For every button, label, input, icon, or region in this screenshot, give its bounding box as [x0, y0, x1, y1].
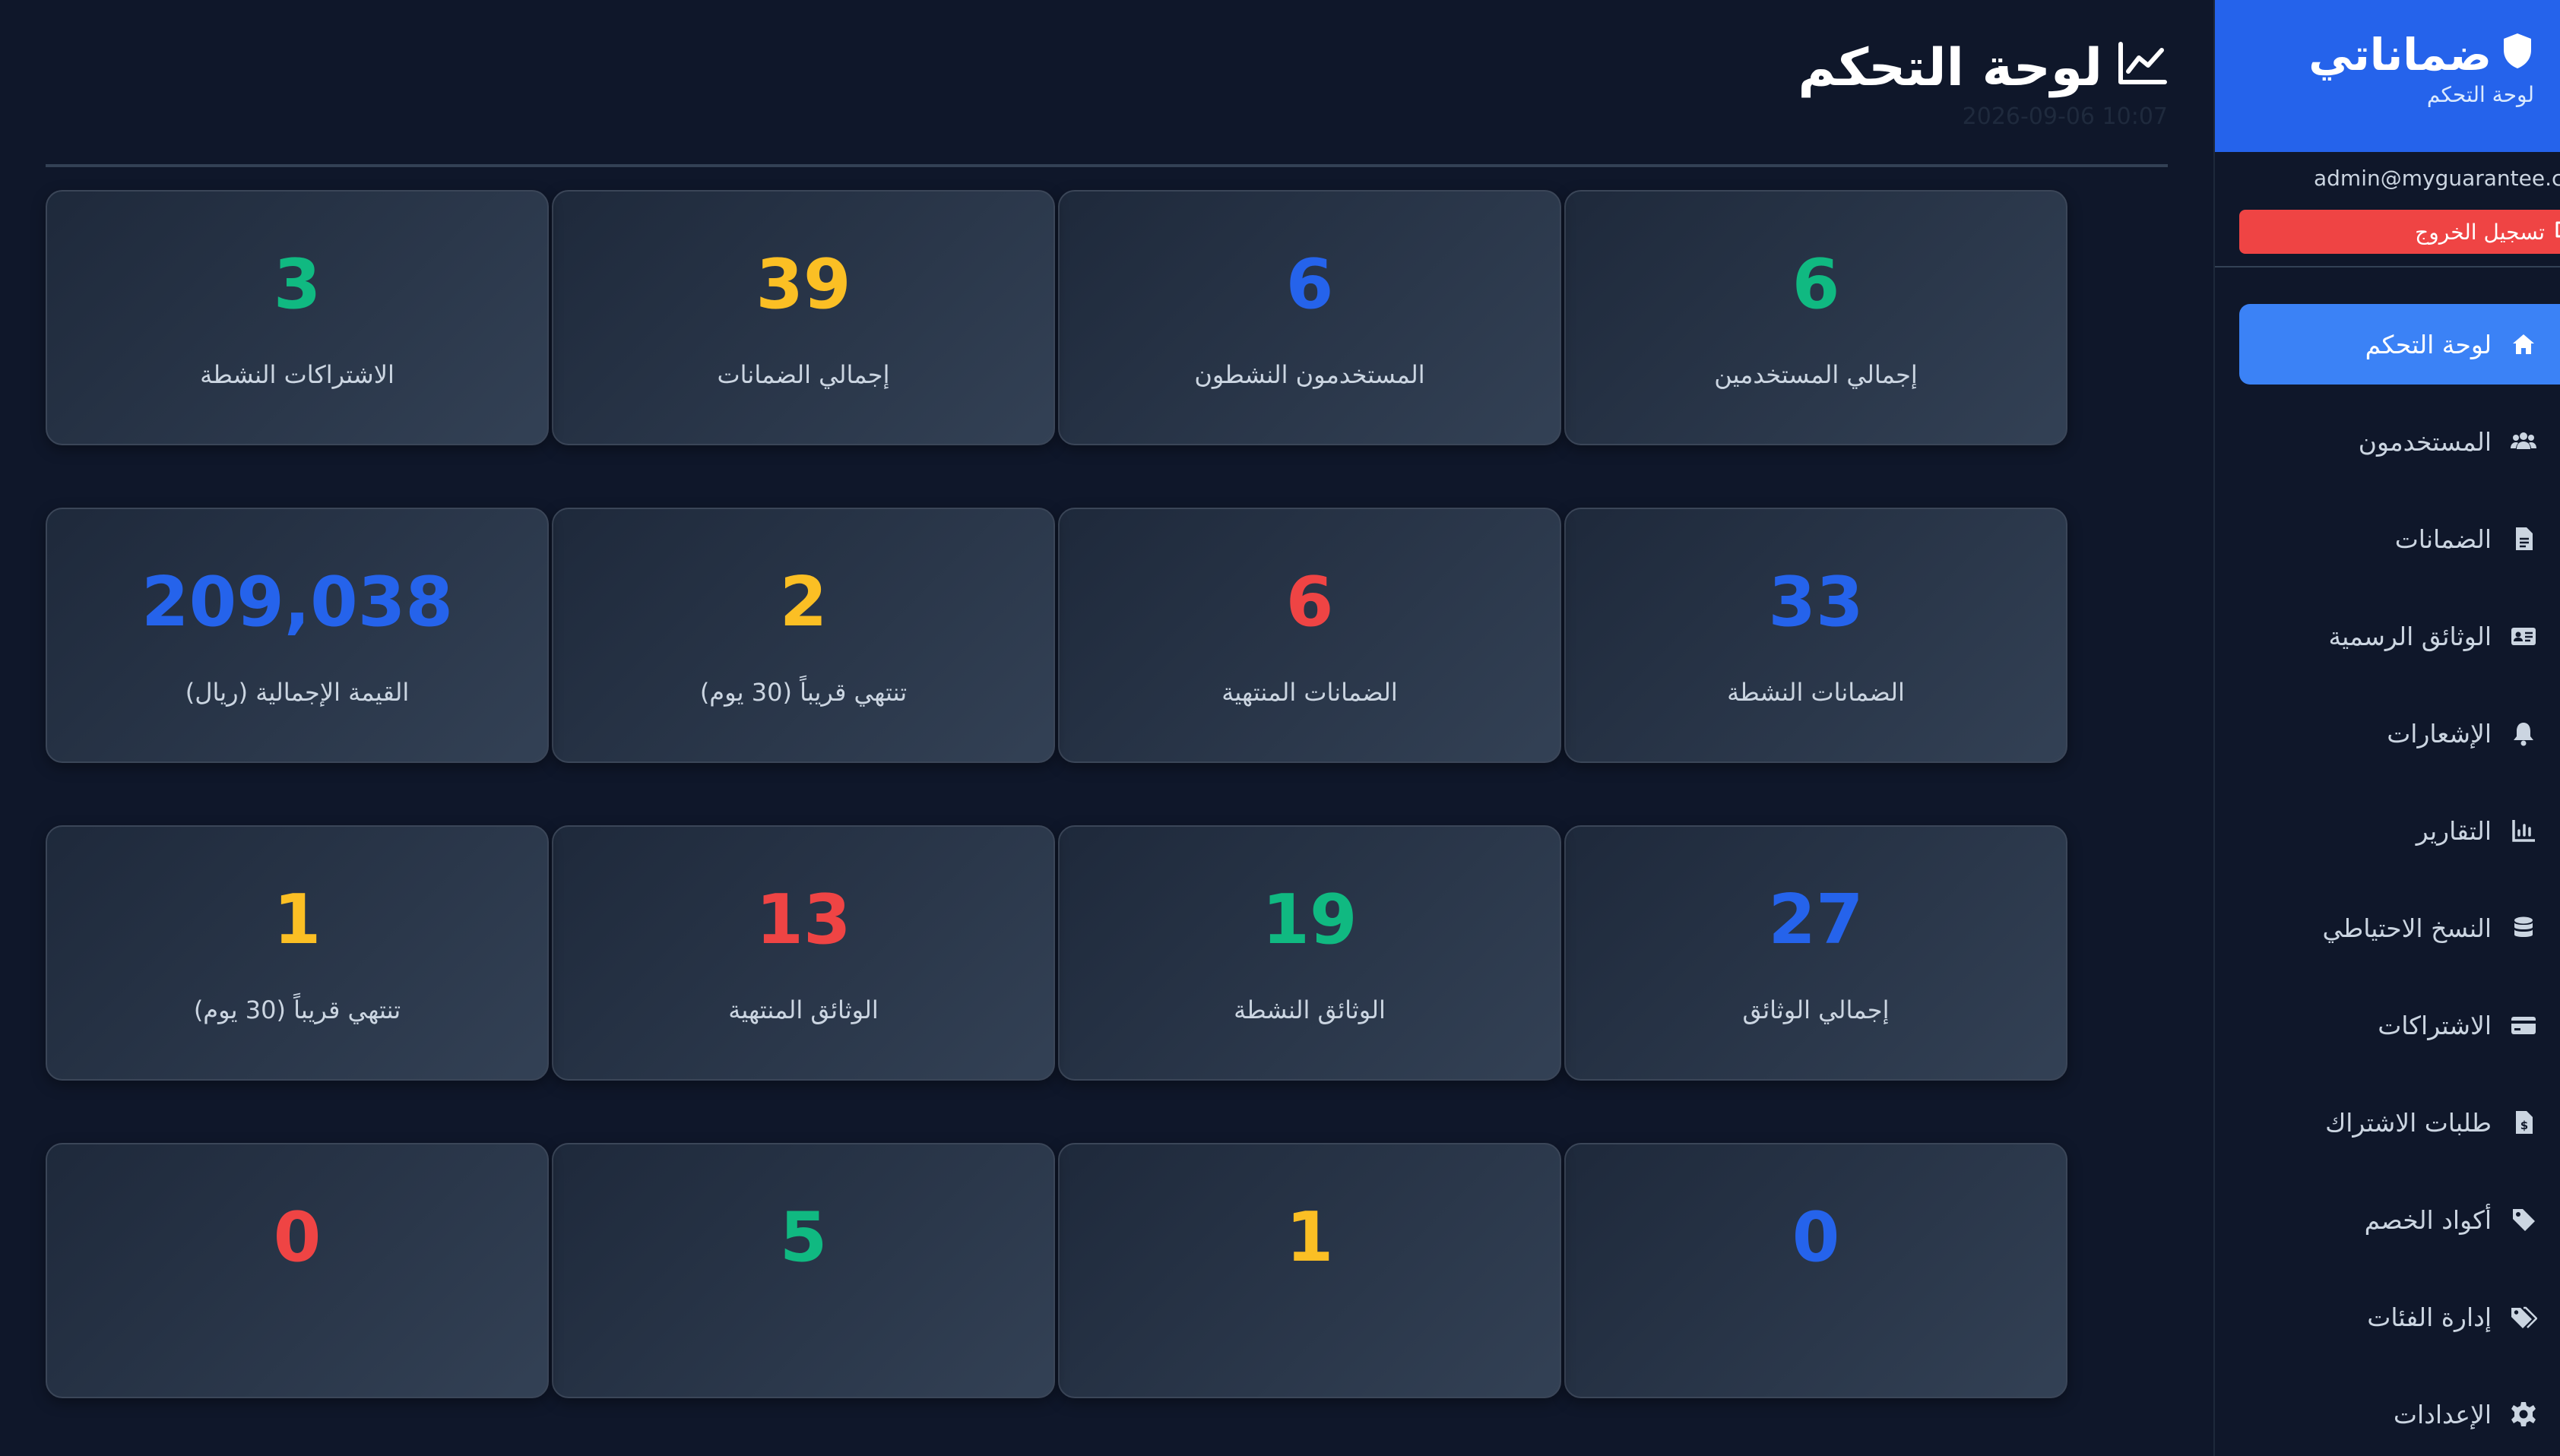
chart-icon	[2510, 817, 2537, 844]
stat-label: إجمالي المستخدمين	[1714, 360, 1918, 389]
stat-value: 1	[273, 880, 322, 960]
stat-label: القيمة الإجمالية (ريال)	[185, 678, 410, 707]
sidebar-item-label: الإشعارات	[2387, 718, 2492, 749]
logout-label: تسجيل الخروج	[2415, 219, 2545, 245]
stat-value: 13	[756, 880, 851, 960]
stat-value: 19	[1262, 880, 1358, 960]
stat-label: الوثائق النشطة	[1234, 995, 1386, 1024]
stat-value: 3	[273, 245, 322, 324]
sidebar-item-credit-card[interactable]: الاشتراكات	[2239, 985, 2560, 1065]
sidebar-item-invoice[interactable]: $ طلبات الاشتراك	[2239, 1082, 2560, 1163]
stat-card: 19 الوثائق النشطة	[1058, 825, 1561, 1081]
stat-card: 6 الضمانات المنتهية	[1058, 508, 1561, 763]
stat-value: 6	[1285, 245, 1334, 324]
stat-value: 0	[273, 1198, 322, 1277]
svg-text:$: $	[2520, 1119, 2528, 1132]
stat-card: 0	[1564, 1143, 2067, 1398]
stat-value: 2	[779, 562, 828, 642]
stat-card: 2 تنتهي قريباً (30 يوم)	[552, 508, 1055, 763]
stat-value: 6	[1285, 562, 1334, 642]
stat-card: 13 الوثائق المنتهية	[552, 825, 1055, 1081]
sidebar-item-tags[interactable]: إدارة الفئات	[2239, 1277, 2560, 1357]
stat-value: 0	[1792, 1198, 1840, 1277]
stat-value: 1	[1285, 1198, 1334, 1277]
sidebar-item-users[interactable]: المستخدمون	[2239, 401, 2560, 482]
stat-card: 1	[1058, 1143, 1561, 1398]
stat-card: 5	[552, 1143, 1055, 1398]
sidebar-item-label: إدارة الفئات	[2367, 1302, 2492, 1332]
brand-subtitle: لوحة التحكم	[2426, 82, 2534, 107]
sidebar-item-label: الضمانات	[2394, 524, 2492, 554]
stat-value: 209,038	[141, 562, 453, 642]
sidebar-item-label: الوثائق الرسمية	[2328, 621, 2492, 651]
brand-header: ضماناتي لوحة التحكم	[2215, 0, 2560, 152]
stat-card: 3 الاشتراكات النشطة	[46, 190, 549, 445]
stat-label: تنتهي قريباً (30 يوم)	[193, 995, 401, 1024]
stat-label: إجمالي الضمانات	[717, 360, 890, 389]
logout-button[interactable]: تسجيل الخروج	[2239, 210, 2560, 254]
stat-card: 33 الضمانات النشطة	[1564, 508, 2067, 763]
chart-line-icon	[2118, 38, 2168, 98]
sidebar-item-label: المستخدمون	[2358, 426, 2492, 457]
stat-value: 5	[779, 1198, 828, 1277]
page-header: لوحة التحكم 2026-09-06 10:07	[46, 38, 2168, 167]
logout-icon	[2554, 220, 2560, 245]
sidebar-item-gear[interactable]: الإعدادات	[2239, 1374, 2560, 1454]
sidebar-item-label: لوحة التحكم	[2365, 329, 2492, 359]
stat-card: 6 المستخدمون النشطون	[1058, 190, 1561, 445]
page-title: لوحة التحكم	[1798, 38, 2168, 98]
sidebar-item-label: الإعدادات	[2393, 1399, 2492, 1429]
stat-label: الضمانات النشطة	[1727, 678, 1905, 707]
sidebar-item-label: طلبات الاشتراك	[2325, 1107, 2492, 1138]
timestamp: 2026-09-06 10:07	[1962, 103, 2168, 130]
shield-icon	[2501, 29, 2534, 81]
stat-label: المستخدمون النشطون	[1194, 360, 1425, 389]
users-icon	[2510, 428, 2537, 455]
stat-card: 27 إجمالي الوثائق	[1564, 825, 2067, 1081]
stat-value: 27	[1768, 880, 1864, 960]
bell-icon	[2510, 720, 2537, 747]
stat-card: 0	[46, 1143, 549, 1398]
tags-icon	[2510, 1303, 2537, 1331]
sidebar-item-label: أكواد الخصم	[2364, 1204, 2492, 1235]
stat-label: الوثائق المنتهية	[728, 995, 879, 1024]
sidebar-item-id-card[interactable]: الوثائق الرسمية	[2239, 596, 2560, 676]
invoice-icon: $	[2510, 1109, 2537, 1136]
sidebar-item-bell[interactable]: الإشعارات	[2239, 693, 2560, 774]
stat-value: 33	[1768, 562, 1864, 642]
stat-value: 6	[1792, 245, 1840, 324]
stat-card: 39 إجمالي الضمانات	[552, 190, 1055, 445]
sidebar-item-tag[interactable]: أكواد الخصم	[2239, 1179, 2560, 1260]
gear-icon	[2510, 1401, 2537, 1428]
credit-card-icon	[2510, 1011, 2537, 1039]
stat-label: الضمانات المنتهية	[1221, 678, 1398, 707]
page-title-text: لوحة التحكم	[1798, 38, 2102, 98]
sidebar-item-file[interactable]: الضمانات	[2239, 499, 2560, 579]
stat-value: 39	[756, 245, 851, 324]
file-icon	[2510, 525, 2537, 552]
brand-title[interactable]: ضماناتي	[2308, 29, 2534, 81]
user-email: admin@myguarantee.com	[2314, 166, 2560, 191]
tag-icon	[2510, 1206, 2537, 1233]
stat-label: إجمالي الوثائق	[1742, 995, 1890, 1024]
sidebar-item-home[interactable]: لوحة التحكم	[2239, 304, 2560, 385]
sidebar-item-label: التقارير	[2416, 815, 2492, 846]
brand-name: ضماناتي	[2308, 29, 2492, 81]
home-icon	[2510, 331, 2537, 358]
stat-label: الاشتراكات النشطة	[200, 360, 394, 389]
database-icon	[2510, 914, 2537, 942]
sidebar-item-database[interactable]: النسخ الاحتياطي	[2239, 888, 2560, 968]
sidebar-item-chart[interactable]: التقارير	[2239, 790, 2560, 871]
sidebar-item-label: النسخ الاحتياطي	[2322, 913, 2492, 943]
stat-card: 1 تنتهي قريباً (30 يوم)	[46, 825, 549, 1081]
user-block: admin@myguarantee.com تسجيل الخروج	[2215, 152, 2560, 267]
stat-label: تنتهي قريباً (30 يوم)	[699, 678, 908, 707]
id-card-icon	[2510, 622, 2537, 650]
sidebar-item-label: الاشتراكات	[2378, 1010, 2492, 1040]
sidebar: ضماناتي لوحة التحكم admin@myguarantee.co…	[2213, 0, 2560, 1456]
stat-card: 209,038 القيمة الإجمالية (ريال)	[46, 508, 549, 763]
stat-card: 6 إجمالي المستخدمين	[1564, 190, 2067, 445]
